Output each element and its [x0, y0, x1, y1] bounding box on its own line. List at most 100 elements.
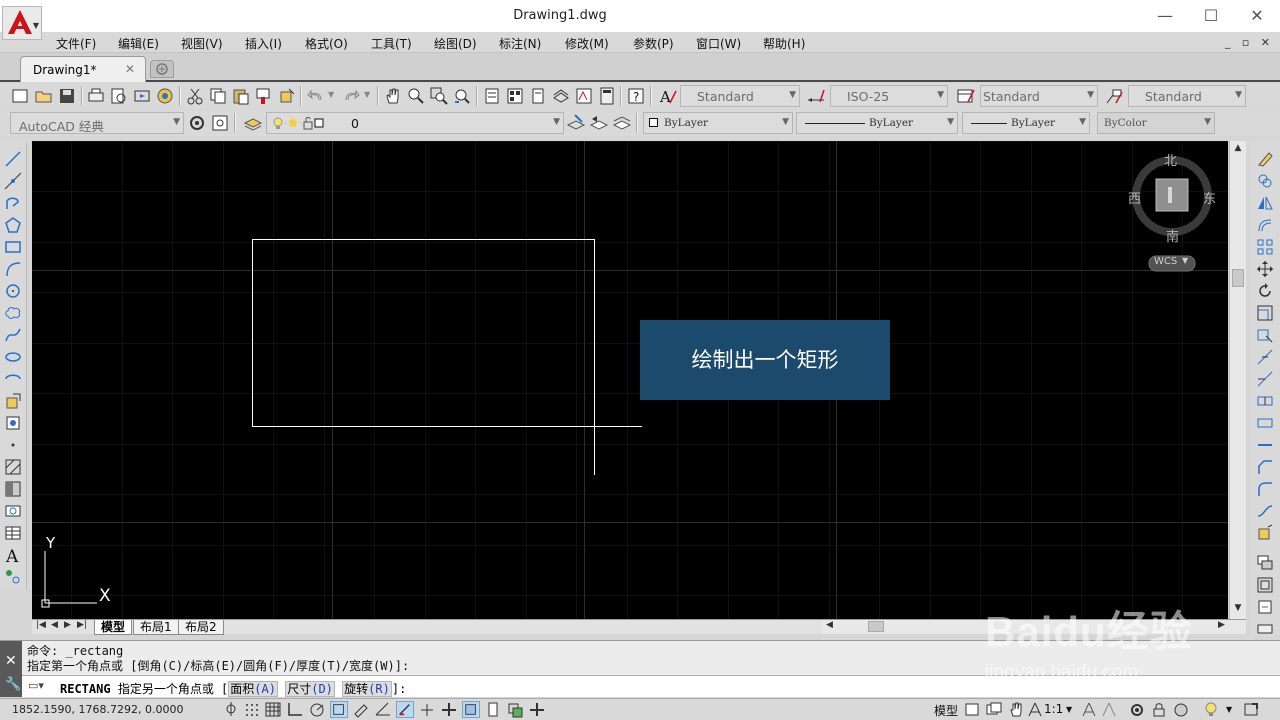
menu-help[interactable]: 帮助(H)	[763, 35, 805, 52]
close-button[interactable]: ✕	[1234, 4, 1280, 28]
new-tab-button[interactable]	[150, 60, 174, 78]
cut-icon[interactable]	[185, 86, 205, 106]
wrench-icon[interactable]: 🔧	[5, 677, 21, 692]
dynamic-ucs-icon[interactable]	[396, 701, 414, 718]
hardware-acceleration-icon[interactable]	[1172, 701, 1190, 718]
menu-parametric[interactable]: 参数(P)	[633, 35, 674, 52]
copy-icon[interactable]	[208, 86, 228, 106]
table-icon[interactable]	[4, 524, 22, 542]
tab-drawing1[interactable]: Drawing1* ✕	[20, 56, 146, 82]
undo-dropdown-icon[interactable]: ▼	[328, 90, 334, 99]
sheet-set-icon[interactable]	[551, 86, 571, 106]
mirror-icon[interactable]	[1256, 194, 1274, 212]
redo-dropdown-icon[interactable]: ▼	[364, 90, 370, 99]
toolbar-lock-icon[interactable]	[1150, 701, 1168, 718]
arc-icon[interactable]	[4, 260, 22, 278]
break-at-point-icon[interactable]	[1256, 392, 1274, 410]
isolate-objects-icon[interactable]	[1202, 701, 1220, 718]
plot-preview-icon[interactable]	[109, 86, 129, 106]
blend-curves-icon[interactable]	[1256, 502, 1274, 520]
zoom-previous-icon[interactable]	[452, 86, 472, 106]
redo-icon[interactable]	[341, 86, 361, 106]
tab-layout1[interactable]: 布局1	[133, 620, 179, 635]
zoom-window-icon[interactable]	[429, 86, 449, 106]
annotation-scale-value[interactable]: 1:1	[1044, 702, 1063, 716]
break-icon[interactable]	[1256, 414, 1274, 432]
menu-edit[interactable]: 编辑(E)	[118, 35, 159, 52]
menu-modify[interactable]: 修改(M)	[565, 35, 609, 52]
make-current-layer-icon[interactable]	[566, 113, 586, 133]
infer-constraints-icon[interactable]	[222, 701, 240, 718]
drawing-canvas[interactable]: Y X 北 南 东 西 WCS ▼	[32, 141, 1228, 619]
extend-icon[interactable]	[1256, 370, 1274, 388]
3d-dwf-icon[interactable]	[155, 86, 175, 106]
clean-screen-icon[interactable]	[1242, 701, 1260, 718]
join-icon[interactable]	[1256, 436, 1274, 454]
application-menu-button[interactable]: ▼	[2, 6, 42, 40]
option-area[interactable]: 面积(A)	[228, 681, 278, 697]
circle-icon[interactable]	[4, 282, 22, 300]
vertical-scrollbar[interactable]: ▲ ▼	[1229, 141, 1246, 619]
ellipse-icon[interactable]	[4, 348, 22, 366]
menu-insert[interactable]: 插入(I)	[245, 35, 282, 52]
annotation-monitor-icon[interactable]	[528, 701, 546, 718]
minimize-button[interactable]: —	[1142, 4, 1188, 28]
annotation-visibility-icon[interactable]	[1080, 701, 1098, 718]
menu-window[interactable]: 窗口(W)	[696, 35, 741, 52]
quick-view-layouts-icon[interactable]	[963, 701, 981, 718]
color-control-select[interactable]: ByLayer ▼	[643, 112, 793, 134]
markup-set-icon[interactable]	[574, 86, 594, 106]
scroll-left-icon[interactable]: ◀	[826, 620, 833, 630]
ortho-mode-icon[interactable]	[286, 701, 304, 718]
workspace-switching-icon[interactable]	[1128, 701, 1146, 718]
hatch-icon[interactable]	[4, 458, 22, 476]
menu-view[interactable]: 视图(V)	[181, 35, 223, 52]
document-window-controls[interactable]: _ ▫ ✕	[1225, 36, 1274, 49]
layer-states-icon[interactable]	[612, 113, 632, 133]
region-icon[interactable]	[4, 502, 22, 520]
text-style-select[interactable]: Standard ▼	[680, 85, 800, 107]
gradient-icon[interactable]	[4, 480, 22, 498]
lineweight-display-icon[interactable]	[440, 701, 458, 718]
polar-tracking-icon[interactable]	[308, 701, 326, 718]
viewcube-west-label[interactable]: 西	[1128, 188, 1141, 207]
layer-select[interactable]: 0 ▼	[266, 112, 564, 134]
transparency-icon[interactable]	[462, 701, 480, 718]
multileader-style-select[interactable]: Standard ▼	[1128, 85, 1246, 107]
viewcube-north-label[interactable]: 北	[1164, 150, 1177, 169]
properties-icon[interactable]	[482, 86, 502, 106]
menu-dimension[interactable]: 标注(N)	[499, 35, 541, 52]
3d-object-snap-icon[interactable]	[352, 701, 370, 718]
first-layout-icon[interactable]: |◀	[36, 620, 46, 630]
tab-model[interactable]: 模型	[94, 620, 133, 635]
explode-icon[interactable]	[1256, 524, 1274, 542]
model-space-button[interactable]: 模型	[934, 702, 958, 719]
rotate-icon[interactable]	[1256, 282, 1274, 300]
move-icon[interactable]	[1256, 260, 1274, 278]
multileader-style-icon[interactable]	[1104, 86, 1124, 106]
scale-icon[interactable]	[1256, 304, 1274, 322]
new-file-icon[interactable]	[10, 86, 30, 106]
construction-line-icon[interactable]	[4, 172, 22, 190]
point-icon[interactable]	[4, 436, 22, 454]
chevron-down-icon[interactable]: ▼	[1066, 705, 1072, 714]
menu-draw[interactable]: 绘图(D)	[434, 35, 477, 52]
viewcube-east-label[interactable]: 东	[1203, 188, 1216, 207]
auto-scale-icon[interactable]	[1100, 701, 1118, 718]
undo-icon[interactable]	[306, 86, 326, 106]
paste-icon[interactable]	[231, 86, 251, 106]
linetype-control-select[interactable]: ByLayer ▼	[796, 112, 958, 134]
menu-tools[interactable]: 工具(T)	[371, 35, 412, 52]
copy-object-icon[interactable]	[1256, 172, 1274, 190]
menu-format[interactable]: 格式(O)	[305, 35, 348, 52]
recent-commands-icon[interactable]: ▭▾	[28, 679, 44, 692]
text-style-icon[interactable]: A	[658, 86, 678, 106]
workspace-customize-icon[interactable]	[210, 113, 230, 133]
snap-mode-icon[interactable]	[243, 701, 261, 718]
workspace-select[interactable]: AutoCAD 经典 ▼	[10, 112, 184, 134]
multiline-text-icon[interactable]: A	[4, 546, 22, 564]
add-selected-icon[interactable]	[4, 568, 22, 586]
viewcube-south-label[interactable]: 南	[1166, 226, 1179, 245]
insert-block-icon[interactable]	[4, 392, 22, 410]
dimension-style-icon[interactable]	[806, 86, 826, 106]
